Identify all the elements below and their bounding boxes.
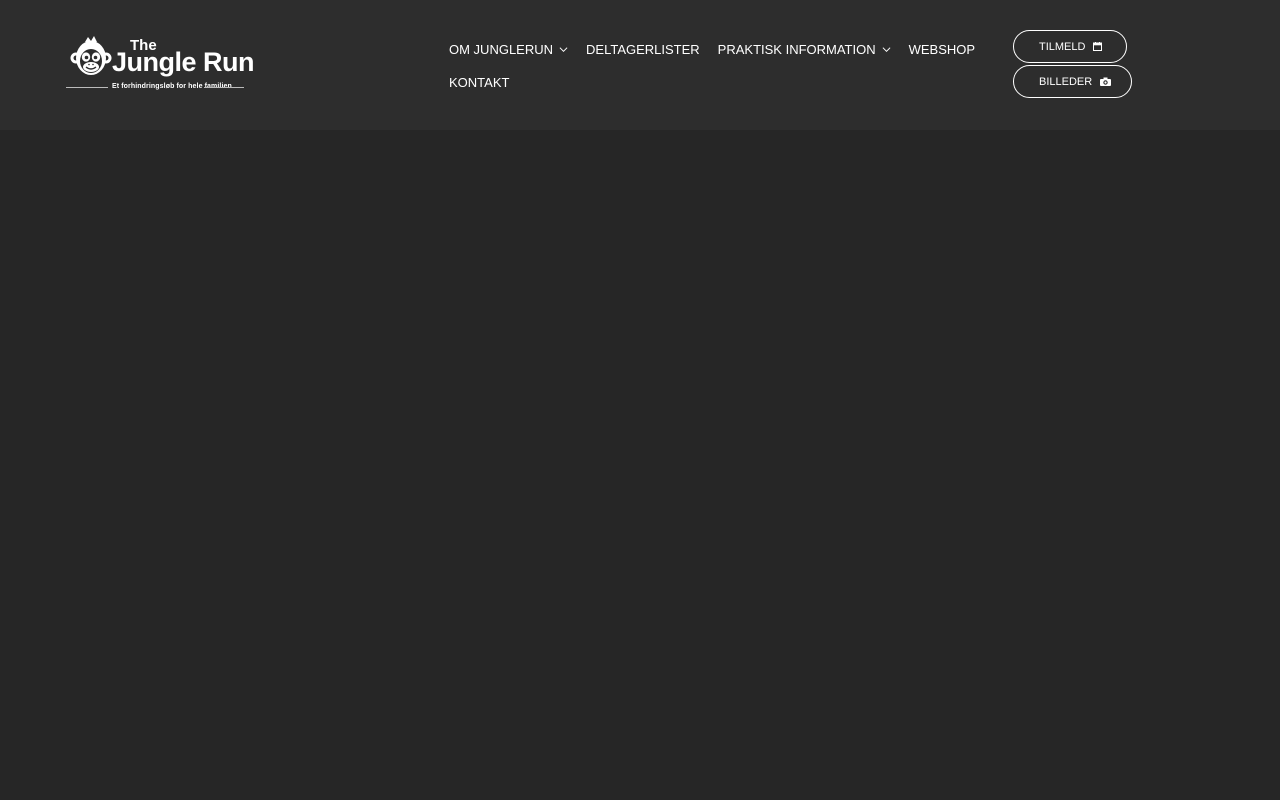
chevron-down-icon bbox=[882, 47, 891, 53]
main-nav: OM JUNGLERUN DELTAGERLISTER PRAKTISK INF… bbox=[449, 33, 979, 99]
billeder-button-label: BILLEDER bbox=[1039, 75, 1093, 88]
logo-divider-right bbox=[204, 87, 244, 88]
site-header: The Jungle Run Et forhindringsløb for he… bbox=[0, 0, 1280, 130]
logo-title: Jungle Run bbox=[112, 47, 255, 77]
monkey-icon bbox=[70, 36, 112, 75]
calendar-icon bbox=[1093, 42, 1103, 51]
billeder-button[interactable]: BILLEDER bbox=[1013, 65, 1132, 98]
nav-item-webshop[interactable]: WEBSHOP bbox=[909, 42, 975, 57]
nav-item-kontakt[interactable]: KONTAKT bbox=[449, 75, 509, 90]
nav-item-label: OM JUNGLERUN bbox=[449, 42, 554, 57]
nav-item-label: WEBSHOP bbox=[908, 42, 976, 57]
nav-item-deltagerlister[interactable]: DELTAGERLISTER bbox=[586, 42, 700, 57]
nav-item-label: DELTAGERLISTER bbox=[586, 42, 700, 57]
camera-icon bbox=[1100, 77, 1112, 86]
tilmeld-button[interactable]: TILMELD bbox=[1013, 30, 1127, 63]
nav-item-om-junglerun[interactable]: OM JUNGLERUN bbox=[449, 42, 568, 57]
nav-item-label: PRAKTISK INFORMATION bbox=[717, 42, 876, 57]
nav-row-1: OM JUNGLERUN DELTAGERLISTER PRAKTISK INF… bbox=[449, 33, 979, 66]
tilmeld-button-label: TILMELD bbox=[1039, 40, 1086, 53]
site-logo[interactable]: The Jungle Run Et forhindringsløb for he… bbox=[64, 34, 255, 96]
chevron-down-icon bbox=[559, 47, 568, 53]
logo-tagline: Et forhindringsløb for hele familien bbox=[112, 83, 232, 90]
nav-item-label: KONTAKT bbox=[449, 75, 510, 90]
logo-divider-left bbox=[66, 87, 108, 88]
nav-item-praktisk-information[interactable]: PRAKTISK INFORMATION bbox=[718, 42, 891, 57]
nav-row-2: KONTAKT bbox=[449, 66, 979, 99]
